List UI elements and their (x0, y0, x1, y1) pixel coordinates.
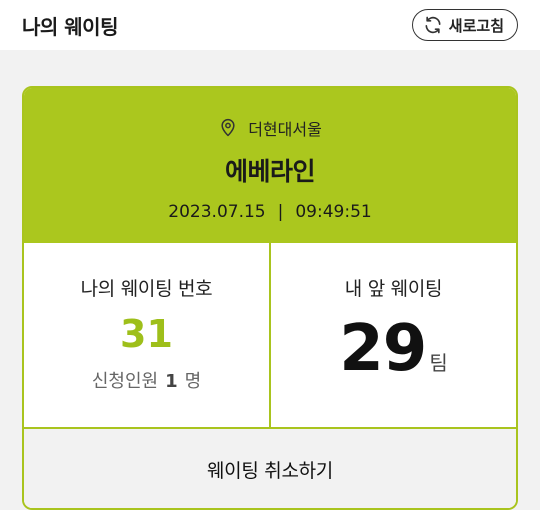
party-size: 신청인원 1 명 (92, 367, 201, 393)
waiting-datetime: 2023.07.15 | 09:49:51 (168, 202, 371, 222)
my-waiting-panel: 나의 웨이팅 번호 31 신청인원 1 명 (24, 243, 269, 427)
party-size-count: 1 (165, 371, 178, 392)
ahead-waiting-panel: 내 앞 웨이팅 29 팀 (269, 243, 516, 427)
refresh-label: 새로고침 (448, 16, 504, 35)
store-location: 더현대서울 (218, 116, 322, 140)
app-header: 나의 웨이팅 새로고침 (0, 0, 540, 50)
ahead-waiting-count: 29 (339, 312, 427, 386)
location-pin-icon (218, 118, 238, 138)
refresh-button[interactable]: 새로고침 (411, 9, 518, 41)
my-waiting-number: 31 (120, 312, 173, 356)
my-waiting-label: 나의 웨이팅 번호 (80, 278, 213, 300)
waiting-date: 2023.07.15 (168, 202, 266, 222)
store-info-panel: 더현대서울 에베라인 2023.07.15 | 09:49:51 (24, 88, 516, 243)
waiting-stats: 나의 웨이팅 번호 31 신청인원 1 명 내 앞 웨이팅 29 팀 (24, 243, 516, 427)
ahead-waiting-value: 29 팀 (339, 309, 447, 389)
waiting-card: 더현대서울 에베라인 2023.07.15 | 09:49:51 나의 웨이팅 … (22, 86, 518, 510)
ahead-waiting-label: 내 앞 웨이팅 (344, 278, 443, 300)
refresh-icon (423, 15, 443, 35)
page-title: 나의 웨이팅 (22, 14, 118, 39)
store-name: 에베라인 (224, 157, 316, 186)
party-size-label: 신청인원 (91, 371, 159, 392)
datetime-separator: | (277, 202, 284, 222)
waiting-time: 09:49:51 (295, 202, 372, 222)
party-size-unit: 명 (184, 371, 202, 392)
location-text: 더현대서울 (248, 120, 322, 139)
ahead-waiting-unit: 팀 (429, 351, 448, 375)
cancel-waiting-button[interactable]: 웨이팅 취소하기 (24, 427, 516, 508)
